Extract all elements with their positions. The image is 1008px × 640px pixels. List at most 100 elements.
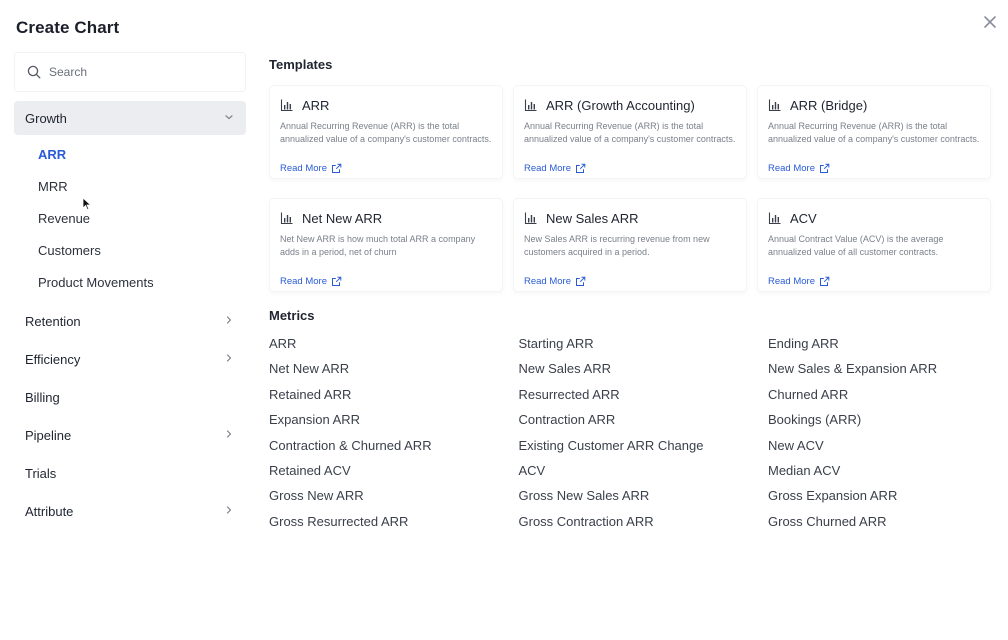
template-card-description: Annual Recurring Revenue (ARR) is the to… xyxy=(768,121,980,144)
external-link-icon xyxy=(819,163,830,174)
template-card-header: ACV xyxy=(768,209,980,227)
chevron-right-icon xyxy=(224,505,234,515)
metric-item-existing-customer-arr-change[interactable]: Existing Customer ARR Change xyxy=(519,438,704,453)
template-card-title: ARR (Bridge) xyxy=(790,97,868,113)
metric-item-contraction-arr[interactable]: Contraction ARR xyxy=(519,412,616,427)
sidebar-category-trials[interactable]: Trials xyxy=(14,456,246,490)
bar-chart-icon xyxy=(768,98,782,112)
metric-item-starting-arr[interactable]: Starting ARR xyxy=(519,336,594,351)
metrics-heading: Metrics xyxy=(269,308,315,323)
read-more-link[interactable]: Read More xyxy=(768,163,830,174)
create-chart-modal: Create Chart GrowthARRMRRRevenueCustomer… xyxy=(0,0,1008,640)
sidebar-category-label: Billing xyxy=(25,389,60,405)
sidebar-item-arr[interactable]: ARR xyxy=(14,138,246,170)
sidebar-category-label: Pipeline xyxy=(25,427,72,443)
read-more-link[interactable]: Read More xyxy=(524,163,586,174)
read-more-link[interactable]: Read More xyxy=(524,276,586,287)
sidebar-category-attribute[interactable]: Attribute xyxy=(14,494,246,528)
template-card-header: Net New ARR xyxy=(280,209,492,227)
template-card-arr[interactable]: ARR Annual Recurring Revenue (ARR) is the… xyxy=(270,86,502,178)
template-card-header: ARR xyxy=(280,96,492,114)
external-link-icon xyxy=(819,276,830,287)
sidebar-category-label: Attribute xyxy=(25,503,74,519)
metric-item-new-sales-arr[interactable]: New Sales ARR xyxy=(519,361,611,376)
sidebar-category-billing[interactable]: Billing xyxy=(14,380,246,414)
read-more-label: Read More xyxy=(524,163,571,174)
read-more-link[interactable]: Read More xyxy=(768,276,830,287)
metric-item-churned-arr[interactable]: Churned ARR xyxy=(768,387,848,402)
metric-item-ending-arr[interactable]: Ending ARR xyxy=(768,336,839,351)
metric-item-expansion-arr[interactable]: Expansion ARR xyxy=(269,412,360,427)
template-card-acv[interactable]: ACV Annual Contract Value (ACV) is the av… xyxy=(758,199,990,291)
bar-chart-icon xyxy=(280,211,294,225)
sidebar-category-label: Growth xyxy=(25,110,67,126)
external-link-icon xyxy=(575,163,586,174)
metric-item-gross-contraction-arr[interactable]: Gross Contraction ARR xyxy=(519,514,654,529)
category-sidebar: Growth ARRMRRRevenueCustomersProduct Move… xyxy=(14,52,246,528)
bar-chart-icon xyxy=(524,98,538,112)
metric-item-retained-arr[interactable]: Retained ARR xyxy=(269,387,351,402)
sidebar-category-label: Trials xyxy=(25,465,57,481)
template-card-title: ARR (Growth Accounting) xyxy=(546,97,695,113)
template-card-description: Net New ARR is how much total ARR a comp… xyxy=(280,234,476,257)
template-card-arr-bridge[interactable]: ARR (Bridge) Annual Recurring Revenue (AR… xyxy=(758,86,990,178)
sidebar-category-efficiency[interactable]: Efficiency xyxy=(14,342,246,376)
metric-item-gross-new-arr[interactable]: Gross New ARR xyxy=(269,488,364,503)
mouse-cursor-icon xyxy=(82,197,92,211)
metric-item-gross-expansion-arr[interactable]: Gross Expansion ARR xyxy=(768,488,897,503)
template-card-description: Annual Contract Value (ACV) is the avera… xyxy=(768,234,944,257)
sidebar-category-growth[interactable]: Growth xyxy=(14,101,246,135)
metric-item-bookings-arr[interactable]: Bookings (ARR) xyxy=(768,412,861,427)
read-more-label: Read More xyxy=(280,163,327,174)
read-more-label: Read More xyxy=(768,163,815,174)
read-more-link[interactable]: Read More xyxy=(280,276,342,287)
chevron-right-icon xyxy=(224,315,234,325)
sidebar-category-retention[interactable]: Retention xyxy=(14,304,246,338)
bar-chart-icon xyxy=(768,211,782,225)
close-icon[interactable] xyxy=(980,12,1000,32)
read-more-label: Read More xyxy=(280,276,327,287)
external-link-icon xyxy=(331,276,342,287)
metric-item-resurrected-arr[interactable]: Resurrected ARR xyxy=(519,387,620,402)
template-card-description: Annual Recurring Revenue (ARR) is the to… xyxy=(280,121,492,144)
template-card-title: ARR xyxy=(302,97,330,113)
template-card-title: New Sales ARR xyxy=(546,210,639,226)
sidebar-item-customers[interactable]: Customers xyxy=(14,234,246,266)
sidebar-category-pipeline[interactable]: Pipeline xyxy=(14,418,246,452)
bar-chart-icon xyxy=(524,211,538,225)
sidebar-item-revenue[interactable]: Revenue xyxy=(14,202,246,234)
sidebar-item-mrr[interactable]: MRR xyxy=(14,170,246,202)
search-box[interactable] xyxy=(14,52,246,92)
metric-item-gross-churned-arr[interactable]: Gross Churned ARR xyxy=(768,514,887,529)
metric-item-median-acv[interactable]: Median ACV xyxy=(768,463,840,478)
metric-item-new-acv[interactable]: New ACV xyxy=(768,438,824,453)
template-card-description: New Sales ARR is recurring revenue from … xyxy=(524,234,710,257)
template-card-header: ARR (Bridge) xyxy=(768,96,980,114)
metric-item-gross-resurrected-arr[interactable]: Gross Resurrected ARR xyxy=(269,514,408,529)
template-card-net-new-arr[interactable]: Net New ARR Net New ARR is how much total… xyxy=(270,199,502,291)
templates-heading: Templates xyxy=(269,57,333,72)
template-card-new-sales-arr[interactable]: New Sales ARR New Sales ARR is recurring … xyxy=(514,199,746,291)
metric-item-net-new-arr[interactable]: Net New ARR xyxy=(269,361,349,376)
external-link-icon xyxy=(331,163,342,174)
template-card-title: ACV xyxy=(790,210,817,226)
metric-item-new-sales-expansion-arr[interactable]: New Sales & Expansion ARR xyxy=(768,361,937,376)
sidebar-category-label: Retention xyxy=(25,313,81,329)
external-link-icon xyxy=(575,276,586,287)
template-card-header: ARR (Growth Accounting) xyxy=(524,96,736,114)
metric-item-gross-new-sales-arr[interactable]: Gross New Sales ARR xyxy=(519,488,650,503)
chevron-down-icon xyxy=(224,112,234,122)
search-icon xyxy=(27,65,41,79)
sidebar-item-product-movements[interactable]: Product Movements xyxy=(14,266,246,298)
metric-item-acv[interactable]: ACV xyxy=(519,463,546,478)
chevron-right-icon xyxy=(224,429,234,439)
metric-item-retained-acv[interactable]: Retained ACV xyxy=(269,463,351,478)
read-more-label: Read More xyxy=(524,276,571,287)
metric-item-arr[interactable]: ARR xyxy=(269,336,296,351)
metric-item-contraction-churned-arr[interactable]: Contraction & Churned ARR xyxy=(269,438,432,453)
template-card-arr-growth-accounting[interactable]: ARR (Growth Accounting) Annual Recurring … xyxy=(514,86,746,178)
template-card-description: Annual Recurring Revenue (ARR) is the to… xyxy=(524,121,736,144)
read-more-link[interactable]: Read More xyxy=(280,163,342,174)
search-input[interactable] xyxy=(49,65,219,79)
modal-title: Create Chart xyxy=(16,18,120,37)
